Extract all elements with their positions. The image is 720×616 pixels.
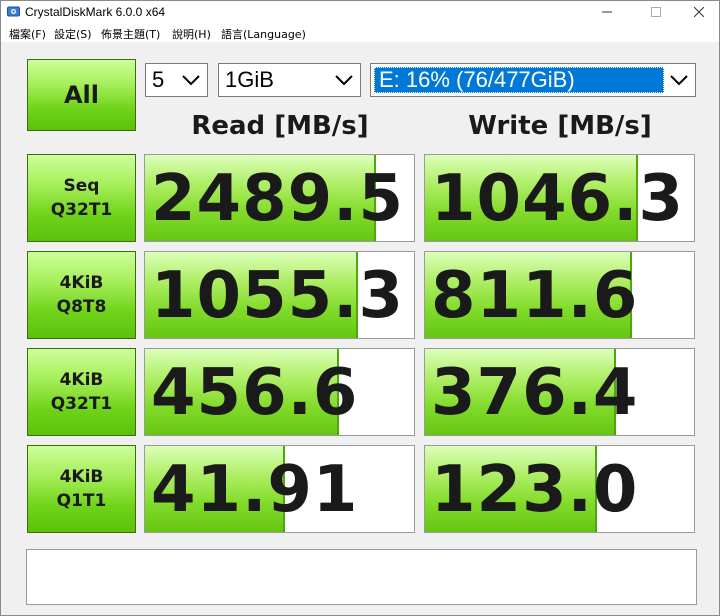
maximize-icon xyxy=(651,7,661,17)
close-icon xyxy=(694,7,704,17)
read-result-seq-q32t1: 2489.5 xyxy=(144,154,415,242)
test-count-select[interactable]: 5 xyxy=(145,63,208,97)
result-value: 41.91 xyxy=(151,453,359,527)
chevron-down-icon xyxy=(335,75,353,86)
test-count-value: 5 xyxy=(152,67,165,92)
menu-help[interactable]: 說明(H) xyxy=(172,26,211,42)
result-value: 376.4 xyxy=(431,356,639,430)
app-window: CrystalDiskMark 6.0.0 x64 檔案(F) 設定(S) 佈景… xyxy=(0,0,720,616)
menu-settings[interactable]: 設定(S) xyxy=(54,26,92,42)
minimize-button[interactable] xyxy=(587,1,627,23)
chevron-down-icon xyxy=(182,75,200,86)
drive-select[interactable]: E: 16% (76/477GiB) xyxy=(370,63,696,97)
seq-q32t1-button[interactable]: Seq Q32T1 xyxy=(27,154,136,242)
read-result-4kib-q32t1: 456.6 xyxy=(144,348,415,436)
menu-bar: 檔案(F) 設定(S) 佈景主題(T) 說明(H) 語言(Language) xyxy=(1,23,719,43)
test-size-value: 1GiB xyxy=(225,67,274,92)
write-result-4kib-q8t8: 811.6 xyxy=(424,251,695,339)
result-value: 456.6 xyxy=(151,356,359,430)
write-result-4kib-q1t1: 123.0 xyxy=(424,445,695,533)
minimize-icon xyxy=(602,11,612,13)
read-result-4kib-q8t8: 1055.3 xyxy=(144,251,415,339)
result-value: 2489.5 xyxy=(151,162,404,236)
result-value: 811.6 xyxy=(431,259,639,333)
result-value: 1046.3 xyxy=(431,162,684,236)
menu-theme[interactable]: 佈景主題(T) xyxy=(101,26,160,42)
write-result-seq-q32t1: 1046.3 xyxy=(424,154,695,242)
window-title: CrystalDiskMark 6.0.0 x64 xyxy=(25,5,166,19)
maximize-button[interactable] xyxy=(636,1,676,23)
app-disk-icon xyxy=(7,6,20,17)
menu-file[interactable]: 檔案(F) xyxy=(9,26,46,42)
write-column-header: Write [MB/s] xyxy=(468,111,652,141)
close-button[interactable] xyxy=(679,1,719,23)
4kib-q1t1-button[interactable]: 4KiB Q1T1 xyxy=(27,445,136,533)
comment-field[interactable] xyxy=(26,549,697,605)
test-size-select[interactable]: 1GiB xyxy=(218,63,361,97)
title-bar: CrystalDiskMark 6.0.0 x64 xyxy=(1,1,719,23)
4kib-q8t8-button[interactable]: 4KiB Q8T8 xyxy=(27,251,136,339)
4kib-q32t1-button[interactable]: 4KiB Q32T1 xyxy=(27,348,136,436)
menu-language[interactable]: 語言(Language) xyxy=(221,26,306,42)
drive-value: E: 16% (76/477GiB) xyxy=(379,67,575,92)
result-value: 123.0 xyxy=(431,453,639,527)
main-panel: All 5 1GiB E: 16% (76/477GiB) Read [MB/s… xyxy=(1,44,719,615)
result-value: 1055.3 xyxy=(151,259,404,333)
all-button[interactable]: All xyxy=(27,59,136,131)
chevron-down-icon xyxy=(670,75,688,86)
read-column-header: Read [MB/s] xyxy=(191,111,369,141)
read-result-4kib-q1t1: 41.91 xyxy=(144,445,415,533)
write-result-4kib-q32t1: 376.4 xyxy=(424,348,695,436)
